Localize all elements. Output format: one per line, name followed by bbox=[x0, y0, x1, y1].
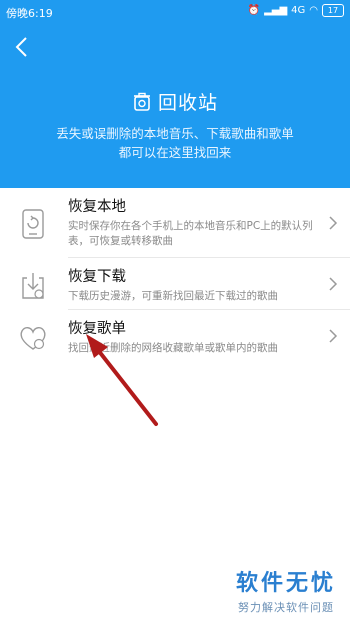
trash-icon bbox=[133, 92, 150, 111]
signal-icon: ▂▄▆ bbox=[264, 5, 288, 16]
status-bar: 傍晚6:19 ⏰ ▂▄▆ 4G ◠ 17 bbox=[0, 0, 350, 24]
restore-local-label: 恢复本地 bbox=[68, 199, 126, 215]
header: 傍晚6:19 ⏰ ▂▄▆ 4G ◠ 17 回收站 丢失或误删除的本地音乐、下载歌… bbox=[0, 0, 350, 188]
restore-local-item[interactable]: 恢复本地 实时保存你在各个手机上的本地音乐和PC上的默认列表，可恢复或转移歌曲 bbox=[0, 188, 350, 258]
phone-restore-icon bbox=[22, 209, 44, 239]
restore-playlist-content: 恢复歌单 找回最近删除的网络收藏歌单或歌单内的歌曲 bbox=[68, 319, 318, 356]
page-title-text: 回收站 bbox=[157, 92, 218, 114]
restore-download-desc: 下载历史漫游，可重新找回最近下载过的歌曲 bbox=[68, 290, 278, 302]
watermark: 软件无忧 努力解决软件问题 bbox=[236, 565, 336, 615]
subtitle-line-1: 丢失或误删除的本地音乐、下载歌曲和歌单 bbox=[56, 126, 294, 141]
download-restore-icon bbox=[22, 273, 44, 299]
restore-local-desc: 实时保存你在各个手机上的本地音乐和PC上的默认列表，可恢复或转移歌曲 bbox=[68, 220, 313, 247]
chevron-right-icon bbox=[329, 216, 338, 230]
network-label: 4G bbox=[291, 5, 306, 16]
restore-download-item[interactable]: 恢复下载 下载历史漫游，可重新找回最近下载过的歌曲 bbox=[0, 258, 350, 310]
alarm-icon: ⏰ bbox=[247, 5, 261, 16]
restore-download-label: 恢复下载 bbox=[68, 269, 126, 285]
battery-icon: 17 bbox=[322, 4, 344, 17]
status-icons: ⏰ ▂▄▆ 4G ◠ 17 bbox=[248, 4, 344, 17]
chevron-right-icon bbox=[329, 329, 338, 343]
watermark-subtitle: 努力解决软件问题 bbox=[237, 601, 334, 614]
page-title: 回收站 bbox=[0, 88, 350, 115]
watermark-title: 软件无忧 bbox=[235, 571, 336, 596]
subtitle-line-2: 都可以在这里找回来 bbox=[118, 145, 232, 160]
restore-playlist-item[interactable]: 恢复歌单 找回最近删除的网络收藏歌单或歌单内的歌曲 bbox=[0, 310, 350, 362]
restore-local-content: 恢复本地 实时保存你在各个手机上的本地音乐和PC上的默认列表，可恢复或转移歌曲 bbox=[68, 197, 318, 249]
restore-playlist-label: 恢复歌单 bbox=[68, 321, 126, 337]
restore-list: 恢复本地 实时保存你在各个手机上的本地音乐和PC上的默认列表，可恢复或转移歌曲 … bbox=[0, 188, 350, 362]
back-icon[interactable] bbox=[12, 36, 32, 58]
page-subtitle: 丢失或误删除的本地音乐、下载歌曲和歌单 都可以在这里找回来 bbox=[0, 124, 350, 162]
wifi-icon: ◠ bbox=[309, 5, 318, 16]
heart-restore-icon bbox=[20, 327, 46, 350]
chevron-right-icon bbox=[329, 277, 338, 291]
restore-playlist-desc: 找回最近删除的网络收藏歌单或歌单内的歌曲 bbox=[68, 342, 278, 354]
status-time: 傍晚6:19 bbox=[6, 7, 53, 20]
restore-download-content: 恢复下载 下载历史漫游，可重新找回最近下载过的歌曲 bbox=[68, 267, 318, 304]
